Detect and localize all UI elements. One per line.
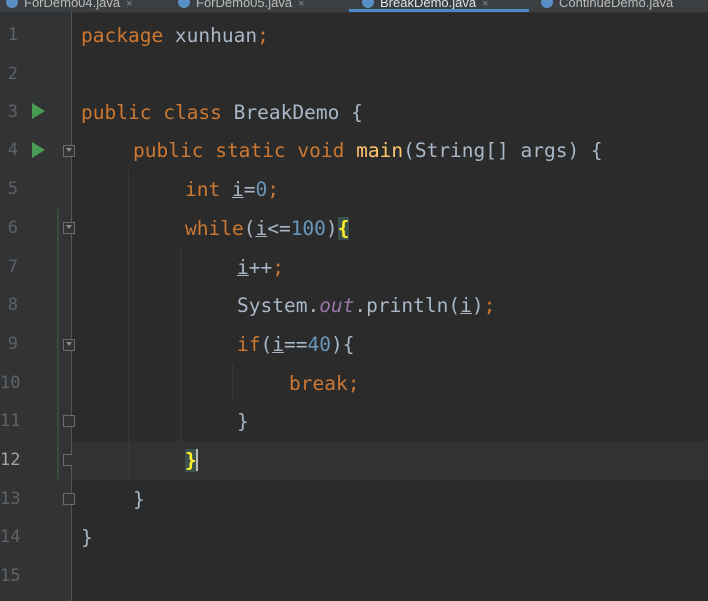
current-line-highlight bbox=[72, 441, 708, 480]
semicolon: ; bbox=[257, 24, 269, 47]
close-icon[interactable]: × bbox=[126, 0, 132, 10]
tab-fordemo05[interactable]: ForDemo05.java × bbox=[178, 0, 305, 12]
semicolon: ; bbox=[347, 372, 360, 395]
line-number-current[interactable]: 12 bbox=[0, 441, 20, 480]
java-file-icon bbox=[6, 0, 18, 8]
line-number[interactable]: 15 bbox=[0, 557, 20, 596]
number-literal: 0 bbox=[255, 178, 268, 201]
run-class-icon[interactable] bbox=[32, 103, 45, 119]
line-number[interactable]: 6 bbox=[0, 209, 18, 248]
close-icon[interactable]: × bbox=[298, 0, 304, 10]
indent-guide bbox=[180, 248, 181, 442]
method-name: main bbox=[356, 139, 404, 162]
code-line-12[interactable]: } bbox=[185, 441, 198, 480]
indent-guide bbox=[232, 364, 233, 402]
method-call: .println( bbox=[354, 294, 461, 317]
java-file-icon bbox=[362, 0, 374, 8]
matched-brace: { bbox=[337, 217, 350, 240]
tab-fordemo04[interactable]: ForDemo04.java × bbox=[6, 0, 133, 12]
static-field: out bbox=[319, 294, 355, 317]
tab-label: ContinueDemo.java bbox=[559, 0, 674, 10]
keyword: while bbox=[185, 217, 244, 240]
paren: ( bbox=[260, 333, 273, 356]
code-line-1[interactable]: package xunhuan; bbox=[81, 16, 269, 55]
line-number[interactable]: 7 bbox=[0, 248, 18, 287]
semicolon: ; bbox=[483, 294, 496, 317]
vcs-change-marker[interactable] bbox=[57, 208, 59, 480]
code-line-8[interactable]: System.out.println(i); bbox=[237, 286, 495, 325]
indent-guide bbox=[128, 170, 129, 480]
line-number[interactable]: 13 bbox=[0, 480, 20, 519]
code-line-9[interactable]: if(i==40){ bbox=[237, 325, 354, 364]
variable: i bbox=[237, 256, 249, 279]
class-ref: System. bbox=[237, 294, 320, 317]
keyword: if bbox=[237, 333, 261, 356]
line-number[interactable]: 2 bbox=[0, 55, 18, 94]
keyword: static bbox=[215, 139, 286, 162]
tab-label: ForDemo05.java bbox=[196, 0, 293, 10]
tab-label: ForDemo04.java bbox=[24, 0, 121, 10]
code-line-13[interactable]: } bbox=[133, 480, 145, 519]
code-line-10[interactable]: break; bbox=[289, 364, 359, 403]
code-line-6[interactable]: while(i<=100){ bbox=[185, 209, 350, 248]
operator: ++ bbox=[248, 256, 273, 279]
paren: ){ bbox=[330, 333, 355, 356]
paren: ( bbox=[243, 217, 256, 240]
java-file-icon bbox=[178, 0, 190, 8]
line-number[interactable]: 10 bbox=[0, 364, 20, 403]
keyword: package bbox=[81, 24, 164, 47]
keyword: break bbox=[289, 372, 348, 395]
operator: == bbox=[283, 333, 308, 356]
line-number[interactable]: 8 bbox=[0, 286, 18, 325]
keyword: class bbox=[163, 101, 222, 124]
operator: = bbox=[243, 178, 256, 201]
code-line-4[interactable]: public static void main(String[] args) { bbox=[133, 131, 603, 170]
code-line-14[interactable]: } bbox=[81, 518, 93, 557]
keyword: int bbox=[185, 178, 221, 201]
class-name: BreakDemo bbox=[233, 101, 340, 124]
line-number[interactable]: 5 bbox=[0, 170, 18, 209]
number-literal: 40 bbox=[307, 333, 331, 356]
package-name: xunhuan bbox=[163, 24, 258, 47]
line-number[interactable]: 3 bbox=[0, 93, 18, 132]
number-literal: 100 bbox=[290, 217, 326, 240]
text-caret bbox=[195, 449, 198, 471]
paren: ) bbox=[471, 294, 484, 317]
brace: } bbox=[81, 526, 93, 549]
method-params: (String[] args) { bbox=[403, 139, 603, 162]
paren: ) bbox=[325, 217, 338, 240]
code-line-3[interactable]: public class BreakDemo { bbox=[81, 93, 363, 132]
line-number[interactable]: 9 bbox=[0, 325, 18, 364]
variable: i bbox=[460, 294, 472, 317]
line-number[interactable]: 4 bbox=[0, 131, 18, 170]
line-number[interactable]: 11 bbox=[0, 402, 20, 441]
java-file-icon bbox=[541, 0, 553, 8]
brace: { bbox=[351, 101, 363, 124]
tab-continuedemo[interactable]: ContinueDemo.java bbox=[541, 0, 673, 12]
brace: } bbox=[133, 488, 145, 511]
run-main-icon[interactable] bbox=[32, 142, 45, 158]
keyword: public bbox=[133, 139, 204, 162]
variable: i bbox=[231, 178, 244, 201]
code-line-7[interactable]: i++; bbox=[237, 248, 284, 287]
semicolon: ; bbox=[272, 256, 284, 279]
variable: i bbox=[272, 333, 284, 356]
variable: i bbox=[255, 217, 268, 240]
line-number[interactable]: 1 bbox=[0, 16, 18, 55]
code-line-5[interactable]: int i=0; bbox=[185, 170, 279, 209]
keyword: public bbox=[81, 101, 152, 124]
line-number[interactable]: 14 bbox=[0, 518, 20, 557]
brace: } bbox=[237, 410, 249, 433]
semicolon: ; bbox=[267, 178, 279, 201]
keyword: void bbox=[297, 139, 345, 162]
code-line-11[interactable]: } bbox=[237, 402, 249, 441]
operator: <= bbox=[267, 217, 291, 240]
